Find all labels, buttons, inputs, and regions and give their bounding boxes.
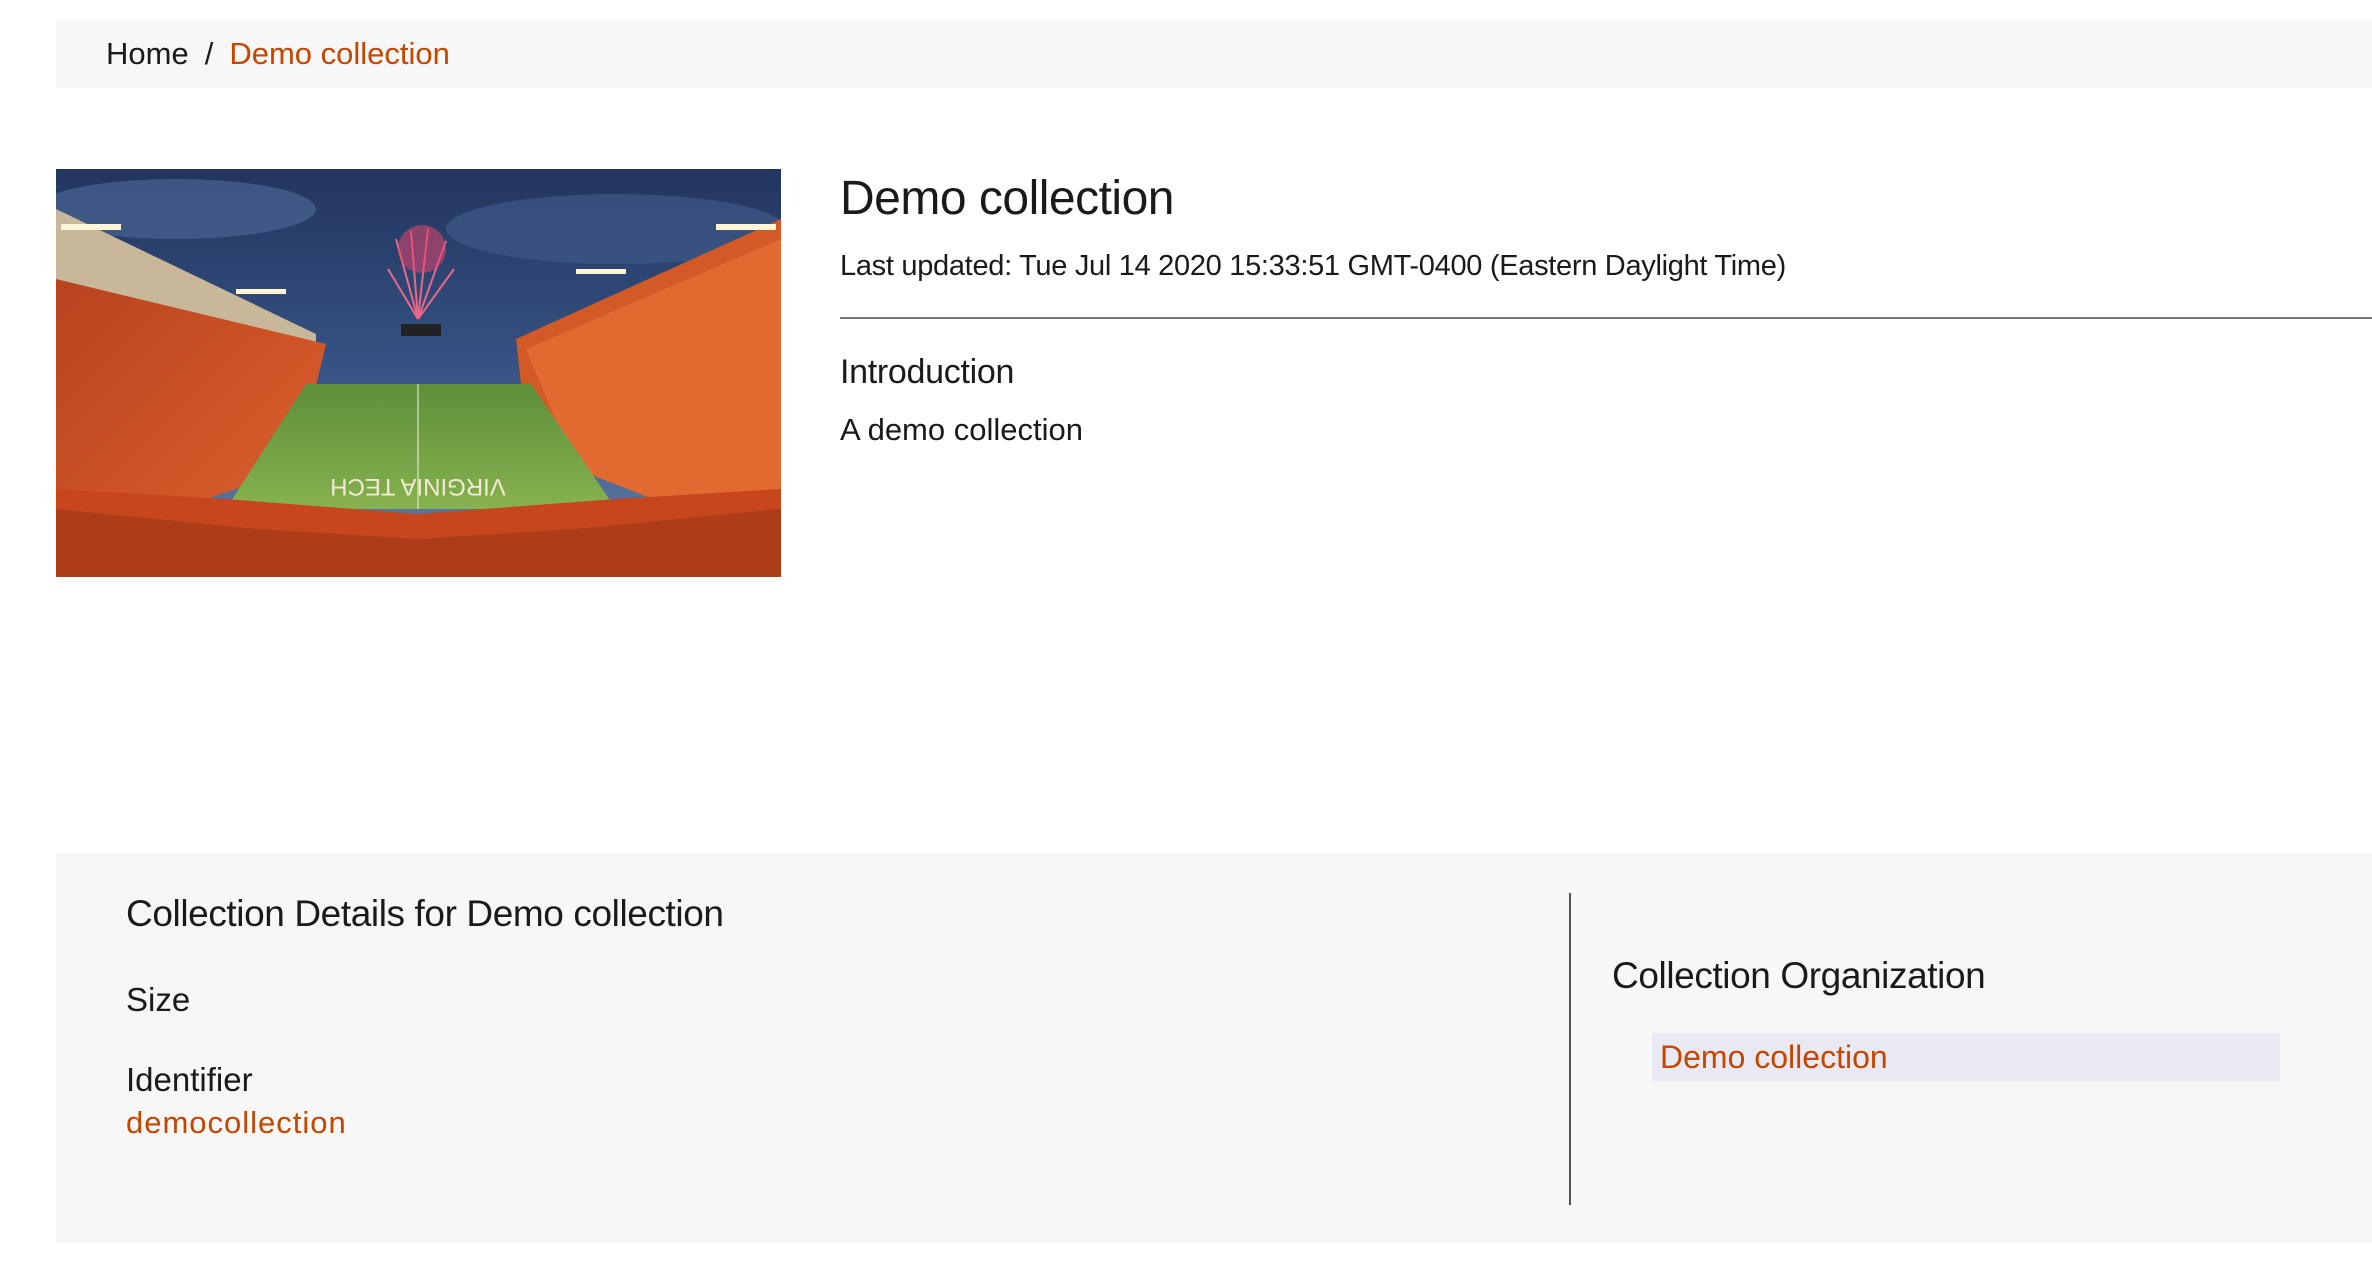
size-label: Size [126,981,191,1018]
breadcrumb-current-link[interactable]: Demo collection [229,36,450,72]
breadcrumb: Home / Demo collection [56,20,2372,88]
identifier-label: Identifier [126,1061,253,1098]
collection-organization: Collection Organization Demo collection [1612,955,2332,1081]
page-title: Demo collection [840,172,1174,225]
introduction-heading: Introduction [840,353,1015,391]
header-divider [840,317,2372,319]
introduction-text: A demo collection [840,412,1083,447]
collection-details: Collection Details for Demo collection S… [126,893,1526,1141]
last-updated-text: Last updated: Tue Jul 14 2020 15:33:51 G… [840,250,1786,282]
breadcrumb-home-link[interactable]: Home [106,36,189,72]
page: Home / Demo collection VIRGINIA TECH Dem… [0,0,2372,1272]
breadcrumb-separator: / [204,36,214,71]
collection-organization-title: Collection Organization [1612,955,1986,996]
identifier-link[interactable]: democollection [126,1105,1526,1141]
collection-details-title: Collection Details for Demo collection [126,893,724,934]
organization-item-demo-collection[interactable]: Demo collection [1652,1033,2280,1081]
field-text: VIRGINIA TECH [330,473,506,500]
collection-thumbnail-image: VIRGINIA TECH [56,169,781,577]
details-vertical-divider [1569,893,1571,1205]
collection-details-panel: Collection Details for Demo collection S… [56,853,2372,1243]
collection-header: Demo collection Last updated: Tue Jul 14… [840,170,2372,448]
